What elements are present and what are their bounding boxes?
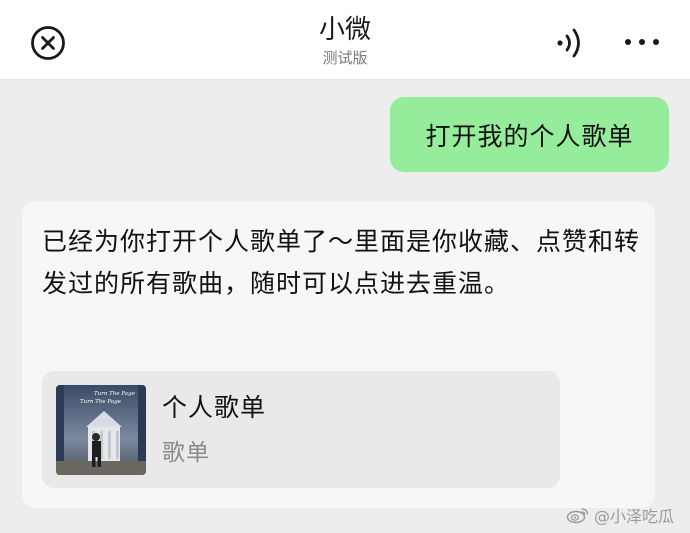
top-bar: 小微 测试版 (0, 0, 690, 80)
more-button[interactable] (622, 30, 662, 54)
user-message-bubble: 打开我的个人歌单 (390, 97, 669, 172)
svg-text:Turn The Page: Turn The Page (80, 399, 122, 405)
playlist-type-label: 歌单 (162, 440, 210, 466)
svg-text:Turn The Page: Turn The Page (94, 391, 136, 397)
version-subtitle: 测试版 (322, 49, 368, 67)
sound-wave-icon (557, 28, 580, 58)
watermark-text: @小泽吃瓜 (594, 507, 675, 526)
weibo-watermark: @小泽吃瓜 (566, 504, 674, 526)
assistant-message-bubble: 已经为你打开个人歌单了～里面是你收藏、点赞和转发过的所有歌曲，随时可以点进去重温… (22, 201, 655, 508)
user-message-text: 打开我的个人歌单 (425, 121, 634, 151)
voice-mode-button[interactable] (553, 25, 585, 61)
more-dots-icon (625, 39, 659, 45)
playlist-cover-image: Turn The Page Turn The Page (56, 385, 146, 475)
assistant-message-text: 已经为你打开个人歌单了～里面是你收藏、点赞和转发过的所有歌曲，随时可以点进去重温… (42, 227, 641, 298)
playlist-title: 个人歌单 (162, 393, 267, 422)
playlist-card[interactable]: Turn The Page Turn The Page 个人歌单 歌单 (42, 371, 560, 488)
page-title: 小微 (318, 15, 371, 45)
weibo-logo-icon (566, 508, 589, 524)
